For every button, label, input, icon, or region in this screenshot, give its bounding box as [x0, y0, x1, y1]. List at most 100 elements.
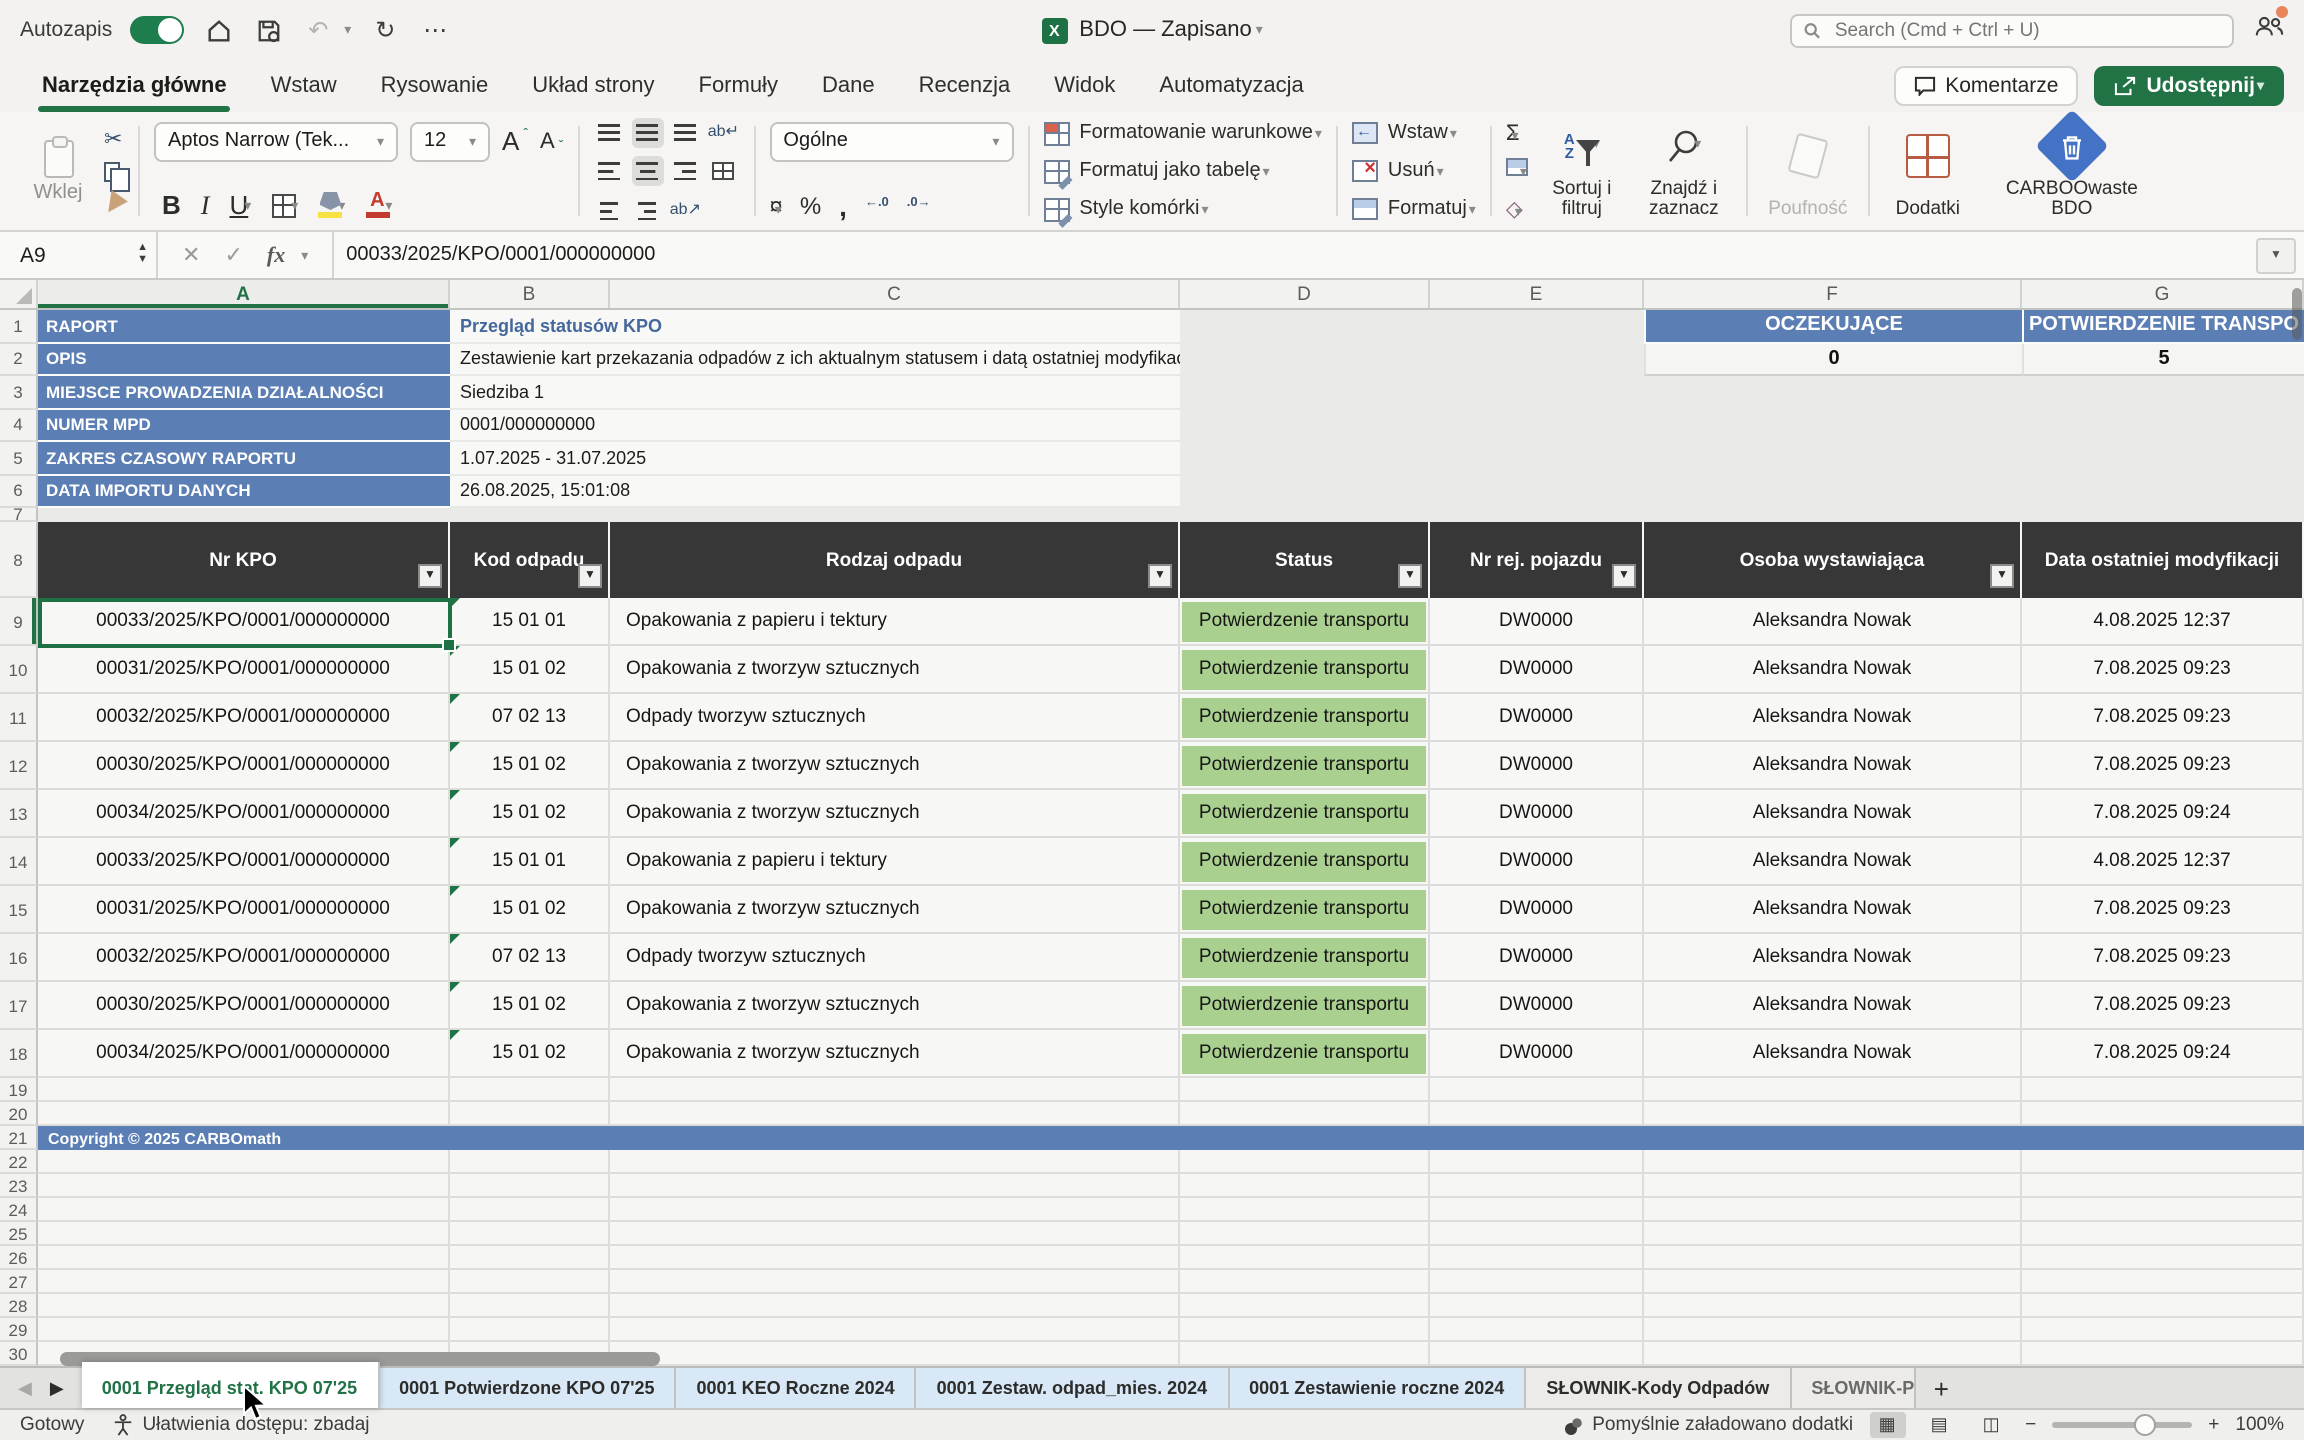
cell-status[interactable]: Potwierdzenie transportu [1180, 790, 1430, 838]
cell-kpo[interactable]: 00033/2025/KPO/0001/000000000 [38, 838, 450, 886]
add-sheet-button[interactable]: + [1915, 1368, 1967, 1408]
cell-waste-type[interactable]: Opakowania z papieru i tektury [610, 838, 1180, 886]
column-header-f[interactable]: F [1644, 280, 2022, 308]
cell-status[interactable]: Potwierdzenie transportu [1180, 742, 1430, 790]
info-value-cell[interactable]: 26.08.2025, 15:01:08 [450, 475, 1180, 508]
copy-button[interactable]: ▾ [104, 156, 124, 186]
info-value-cell[interactable]: Zestawienie kart przekazania odpadów z i… [450, 343, 1180, 376]
zoom-out-button[interactable]: − [2025, 1414, 2036, 1436]
comma-style-button[interactable]: , [839, 189, 847, 221]
counter-value-cell[interactable]: 0 [1644, 343, 2022, 376]
row-header[interactable]: 14 [0, 838, 38, 886]
italic-button[interactable]: I [201, 189, 210, 221]
cell-kpo[interactable]: 00034/2025/KPO/0001/000000000 [38, 1030, 450, 1078]
merge-center-button[interactable] [707, 156, 739, 186]
decrease-decimal-button[interactable]: .0→ [907, 199, 931, 212]
carboowaste-bdo-button[interactable]: CARBOOwaste BDO [1992, 117, 2152, 225]
view-page-layout-button[interactable]: ▤ [1921, 1412, 1957, 1438]
more-commands-icon[interactable]: ⋯ [419, 14, 451, 46]
cell-modified[interactable]: 7.08.2025 09:23 [2022, 934, 2304, 982]
filter-button[interactable]: ▼ [1148, 564, 1172, 588]
row-header[interactable]: 30 [0, 1342, 38, 1366]
table-header-cell[interactable]: Nr KPO▼ [38, 522, 450, 598]
row-header[interactable]: 24 [0, 1198, 38, 1222]
row-header[interactable]: 11 [0, 694, 38, 742]
underline-button[interactable]: U▾ [229, 190, 251, 220]
grow-font-button[interactable]: Aˆ [502, 126, 528, 156]
shrink-font-button[interactable]: Aˇ [540, 129, 563, 153]
font-name-select[interactable]: Aptos Narrow (Tek...▾ [154, 121, 398, 161]
delete-cells-button[interactable]: Usuń▾ [1352, 155, 1476, 187]
cell-status[interactable]: Potwierdzenie transportu [1180, 694, 1430, 742]
table-header-cell[interactable]: Rodzaj odpadu▼ [610, 522, 1180, 598]
cell-status[interactable]: Potwierdzenie transportu [1180, 982, 1430, 1030]
align-top-button[interactable] [593, 117, 625, 147]
row-header[interactable]: 25 [0, 1222, 38, 1246]
sheet-tab-slownik-p[interactable]: SŁOWNIK-P [1791, 1368, 1915, 1408]
info-label-cell[interactable]: NUMER MPD [38, 409, 450, 442]
cell-issuer[interactable]: Aleksandra Nowak [1644, 598, 2022, 646]
cell-modified[interactable]: 7.08.2025 09:23 [2022, 694, 2304, 742]
table-header-cell[interactable]: Status▼ [1180, 522, 1430, 598]
cell-waste-type[interactable]: Opakowania z tworzyw sztucznych [610, 982, 1180, 1030]
cell-vehicle[interactable]: DW0000 [1430, 694, 1644, 742]
align-left-button[interactable] [593, 156, 625, 186]
cell-issuer[interactable]: Aleksandra Nowak [1644, 1030, 2022, 1078]
filter-button[interactable]: ▼ [1990, 564, 2014, 588]
cell-modified[interactable]: 7.08.2025 09:23 [2022, 982, 2304, 1030]
cell-status[interactable]: Potwierdzenie transportu [1180, 646, 1430, 694]
cell-status[interactable]: Potwierdzenie transportu [1180, 838, 1430, 886]
cell-kpo[interactable]: 00030/2025/KPO/0001/000000000 [38, 982, 450, 1030]
document-title[interactable]: BDO — Zapisano [1079, 18, 1251, 42]
sheet-tab-zestawienie-roczne[interactable]: 0001 Zestawienie roczne 2024 [1229, 1368, 1526, 1408]
name-box[interactable]: A9 ▲▼ [0, 232, 156, 278]
align-center-button[interactable] [631, 156, 663, 186]
table-header-cell[interactable]: Kod odpadu▼ [450, 522, 610, 598]
info-value-cell[interactable]: 0001/000000000 [450, 409, 1180, 442]
cell-issuer[interactable]: Aleksandra Nowak [1644, 934, 2022, 982]
percent-style-button[interactable]: % [800, 191, 821, 219]
cell-waste-code[interactable]: 15 01 01 [450, 838, 610, 886]
fill-color-button[interactable]: ▾ [318, 192, 345, 218]
tab-formuly[interactable]: Formuły [677, 66, 800, 112]
cell-waste-code[interactable]: 15 01 01 [450, 598, 610, 646]
cell-waste-type[interactable]: Opakowania z tworzyw sztucznych [610, 742, 1180, 790]
cell-waste-type[interactable]: Odpady tworzyw sztucznych [610, 934, 1180, 982]
row-header[interactable]: 1 [0, 310, 38, 343]
formula-input[interactable]: 00033/2025/KPO/0001/000000000 [334, 244, 2256, 266]
decrease-indent-button[interactable] [593, 195, 625, 225]
row-header[interactable]: 6 [0, 475, 38, 508]
filter-button[interactable]: ▼ [418, 564, 442, 588]
cell-waste-code[interactable]: 15 01 02 [450, 982, 610, 1030]
bold-button[interactable]: B [162, 190, 181, 220]
row-header[interactable]: 7 [0, 508, 38, 522]
cell-modified[interactable]: 7.08.2025 09:24 [2022, 1030, 2304, 1078]
cell-waste-type[interactable]: Opakowania z tworzyw sztucznych [610, 1030, 1180, 1078]
row-header[interactable]: 27 [0, 1270, 38, 1294]
insert-cells-button[interactable]: Wstaw▾ [1352, 117, 1476, 149]
cell-vehicle[interactable]: DW0000 [1430, 598, 1644, 646]
font-color-button[interactable]: A ▾ [365, 192, 392, 218]
cell-modified[interactable]: 4.08.2025 12:37 [2022, 598, 2304, 646]
cell-status[interactable]: Potwierdzenie transportu [1180, 1030, 1430, 1078]
row-header[interactable]: 4 [0, 409, 38, 442]
row-header[interactable]: 28 [0, 1294, 38, 1318]
tab-narzedzia-glowne[interactable]: Narzędzia główne [20, 66, 249, 112]
select-all-corner[interactable] [0, 280, 38, 308]
cell-vehicle[interactable]: DW0000 [1430, 886, 1644, 934]
row-header[interactable]: 26 [0, 1246, 38, 1270]
cell-waste-type[interactable]: Opakowania z tworzyw sztucznych [610, 886, 1180, 934]
info-label-cell[interactable]: ZAKRES CZASOWY RAPORTU [38, 442, 450, 475]
cell-waste-code[interactable]: 07 02 13 [450, 934, 610, 982]
sort-filter-button[interactable]: AZ▾ Sortuj i filtruj [1538, 117, 1626, 225]
autosave-toggle[interactable] [130, 16, 184, 44]
info-label-cell[interactable]: OPIS [38, 343, 450, 376]
row-header[interactable]: 21 [0, 1126, 38, 1150]
cell-waste-code[interactable]: 15 01 02 [450, 790, 610, 838]
cell-waste-code[interactable]: 15 01 02 [450, 742, 610, 790]
cell-kpo[interactable]: 00031/2025/KPO/0001/000000000 [38, 646, 450, 694]
find-select-button[interactable]: ▾ Znajdź i zaznacz [1636, 117, 1732, 225]
cell-waste-code[interactable]: 07 02 13 [450, 694, 610, 742]
column-header-g[interactable]: G [2022, 280, 2304, 308]
tab-rysowanie[interactable]: Rysowanie [359, 66, 511, 112]
